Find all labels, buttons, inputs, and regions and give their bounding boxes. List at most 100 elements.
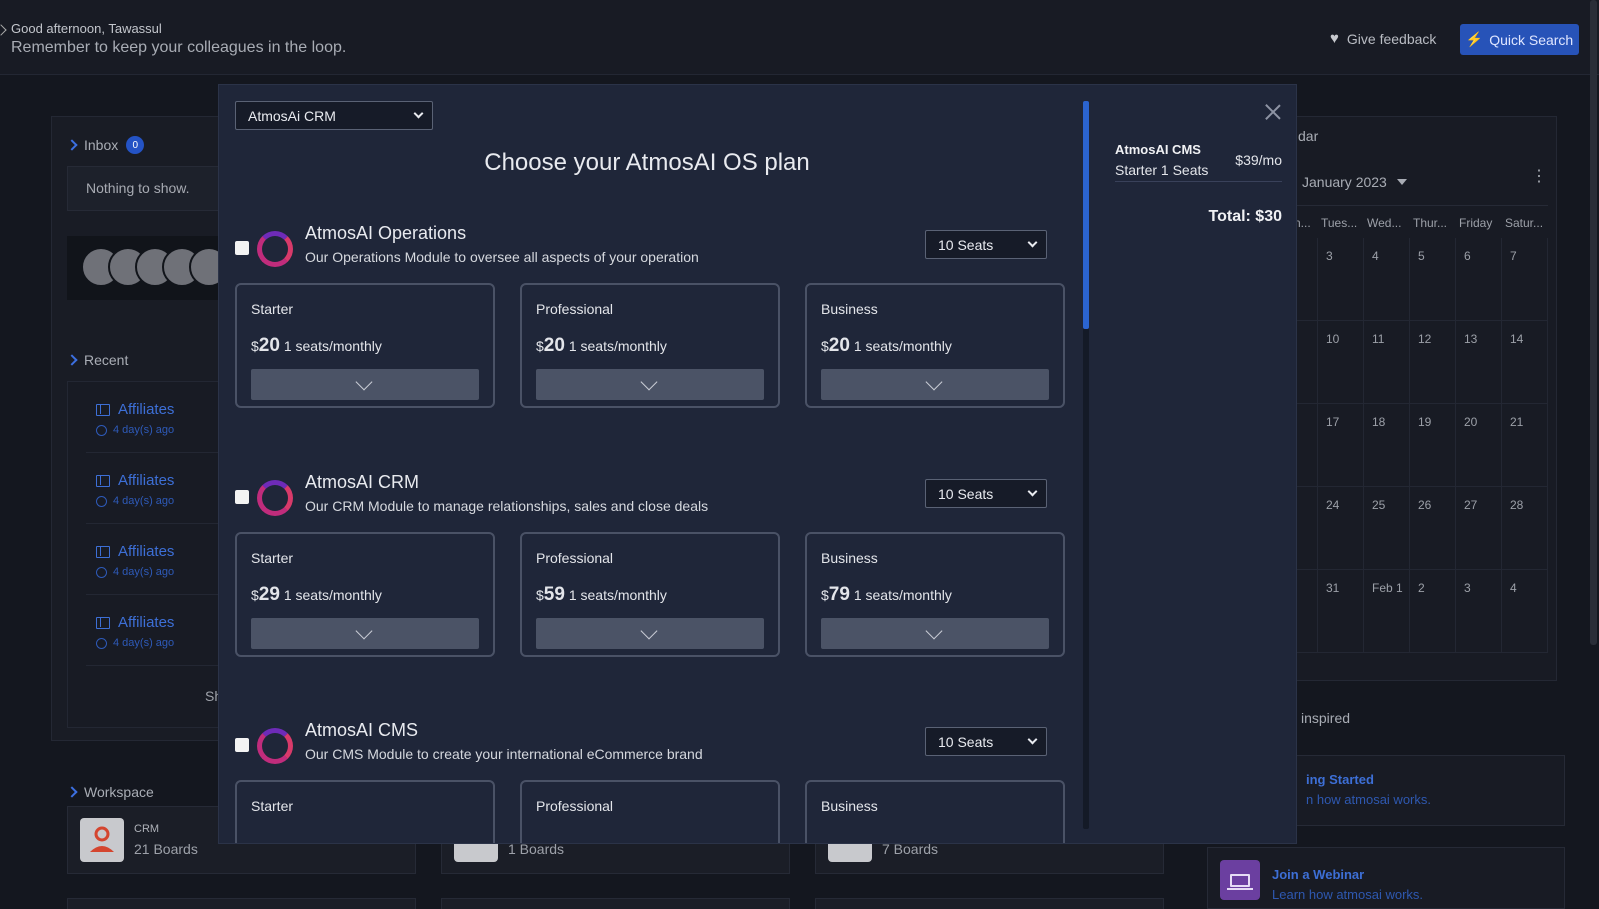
scroll-thumb[interactable] <box>1083 101 1089 329</box>
calendar-day[interactable]: 26 <box>1410 487 1456 570</box>
list-item[interactable]: Affiliates 4 day(s) ago <box>86 464 236 524</box>
tier-card-business[interactable]: Business $79 1 seats/monthly <box>805 532 1065 657</box>
calendar-day[interactable]: 3 <box>1456 570 1502 653</box>
price-unit: 1 seats/monthly <box>853 338 952 354</box>
calendar-day[interactable]: Feb 1 <box>1364 570 1410 653</box>
tier-expand-button[interactable] <box>821 369 1049 400</box>
calendar-day[interactable]: 7 <box>1502 238 1548 321</box>
calendar-day[interactable]: 5 <box>1410 238 1456 321</box>
tier-expand-button[interactable] <box>536 618 764 649</box>
calendar-day[interactable]: 31 <box>1318 570 1364 653</box>
calendar-day[interactable]: 13 <box>1456 321 1502 404</box>
list-item[interactable]: Affiliates 4 day(s) ago <box>86 393 236 453</box>
calendar-day[interactable]: 17 <box>1318 404 1364 487</box>
give-feedback-label: Give feedback <box>1346 30 1437 47</box>
page-scrollbar[interactable] <box>1590 0 1597 645</box>
calendar-day[interactable]: 2 <box>1410 570 1456 653</box>
give-feedback-button[interactable]: ♥ Give feedback <box>1330 30 1436 47</box>
calendar-day[interactable]: 4 <box>1364 238 1410 321</box>
chevron-down-icon <box>355 622 373 640</box>
recent-item-title: Affiliates <box>118 401 175 418</box>
tier-card-starter[interactable]: Starter $20 1 seats/monthly <box>235 283 495 408</box>
product-checkbox[interactable] <box>235 241 249 255</box>
summary-item-tier: Starter 1 Seats <box>1115 162 1209 178</box>
calendar-day[interactable]: 19 <box>1410 404 1456 487</box>
product-checkbox[interactable] <box>235 738 249 752</box>
recent-item-time: 4 day(s) ago <box>113 637 175 649</box>
recent-header[interactable]: Recent <box>66 352 129 368</box>
recent-time: 4 day(s) ago <box>96 495 174 507</box>
workspace-card[interactable] <box>67 898 416 909</box>
laptop-screen <box>1227 873 1253 890</box>
board-icon <box>96 474 110 487</box>
seats-select[interactable]: 10 Seats <box>925 479 1047 508</box>
calendar-day[interactable]: 12 <box>1410 321 1456 404</box>
product-select[interactable]: AtmosAi CRM <box>235 101 433 130</box>
webinar-card[interactable]: Join a Webinar Learn how atmosai works. <box>1207 847 1565 909</box>
day-header: Wed... <box>1367 216 1402 230</box>
calendar-day[interactable]: 25 <box>1364 487 1410 570</box>
currency: $ <box>821 338 829 354</box>
close-icon[interactable] <box>1264 103 1282 121</box>
clock-icon <box>96 637 107 649</box>
atmosai-logo-icon <box>257 728 293 764</box>
price-unit: 1 seats/monthly <box>568 587 667 603</box>
chevron-down-icon <box>640 373 658 391</box>
chevron-right-icon <box>66 139 78 151</box>
seats-select[interactable]: 10 Seats <box>925 727 1047 756</box>
chevron-right-icon[interactable] <box>0 24 7 36</box>
tier-expand-button[interactable] <box>251 618 479 649</box>
list-item[interactable]: Affiliates 4 day(s) ago <box>86 606 236 666</box>
tier-card-starter[interactable]: Starter <box>235 780 495 843</box>
tier-card-business[interactable]: Business <box>805 780 1065 843</box>
currency: $ <box>821 587 829 603</box>
workspace-card[interactable] <box>815 898 1164 909</box>
inbox-header[interactable]: Inbox 0 <box>66 136 145 154</box>
price-unit: 1 seats/monthly <box>283 338 382 354</box>
calendar-day[interactable]: 18 <box>1364 404 1410 487</box>
calendar-day[interactable]: 24 <box>1318 487 1364 570</box>
tier-card-professional[interactable]: Professional <box>520 780 780 843</box>
calendar-day[interactable]: 20 <box>1456 404 1502 487</box>
tier-card-starter[interactable]: Starter $29 1 seats/monthly <box>235 532 495 657</box>
tier-expand-button[interactable] <box>821 618 1049 649</box>
calendar-day[interactable]: 4 <box>1502 570 1548 653</box>
calendar-day[interactable]: 10 <box>1318 321 1364 404</box>
tier-expand-button[interactable] <box>536 369 764 400</box>
tier-card-professional[interactable]: Professional $20 1 seats/monthly <box>520 283 780 408</box>
calendar-title: dar <box>1298 128 1319 144</box>
list-item[interactable]: Affiliates 4 day(s) ago <box>86 535 236 595</box>
tier-card-professional[interactable]: Professional $59 1 seats/monthly <box>520 532 780 657</box>
calendar-day[interactable]: 11 <box>1364 321 1410 404</box>
atmosai-logo-icon <box>257 231 293 267</box>
currency: $ <box>251 587 259 603</box>
seats-select[interactable]: 10 Seats <box>925 230 1047 259</box>
summary-item-price: $39/mo <box>1235 152 1282 168</box>
inbox-count-badge: 0 <box>126 136 145 154</box>
resource-title: Join a Webinar <box>1272 867 1365 882</box>
chevron-down-icon <box>1027 734 1038 745</box>
tier-price: $20 1 seats/monthly <box>821 335 952 357</box>
product-checkbox[interactable] <box>235 490 249 504</box>
quick-search-button[interactable]: ⚡ Quick Search <box>1460 24 1579 55</box>
recent-label: Recent <box>84 352 129 368</box>
summary-total: Total: $30 <box>1208 208 1283 225</box>
product-select-value: AtmosAi CRM <box>248 108 336 124</box>
workspace-header[interactable]: Workspace <box>66 784 154 800</box>
calendar-day[interactable]: 3 <box>1318 238 1364 321</box>
workspace-card[interactable] <box>441 898 790 909</box>
calendar-day[interactable]: 14 <box>1502 321 1548 404</box>
chevron-down-icon <box>355 373 373 391</box>
tier-card-business[interactable]: Business $20 1 seats/monthly <box>805 283 1065 408</box>
calendar-day[interactable]: 27 <box>1456 487 1502 570</box>
month-picker[interactable]: January 2023 <box>1302 174 1407 190</box>
tier-expand-button[interactable] <box>251 369 479 400</box>
currency: $ <box>251 338 259 354</box>
recent-title: Affiliates <box>96 614 174 631</box>
kebab-menu-icon[interactable]: ⋮ <box>1531 169 1547 185</box>
calendar-day[interactable]: 6 <box>1456 238 1502 321</box>
clock-icon <box>96 424 107 436</box>
calendar-day[interactable]: 21 <box>1502 404 1548 487</box>
calendar-day[interactable]: 28 <box>1502 487 1548 570</box>
modal-scrollbar[interactable] <box>1083 101 1089 829</box>
